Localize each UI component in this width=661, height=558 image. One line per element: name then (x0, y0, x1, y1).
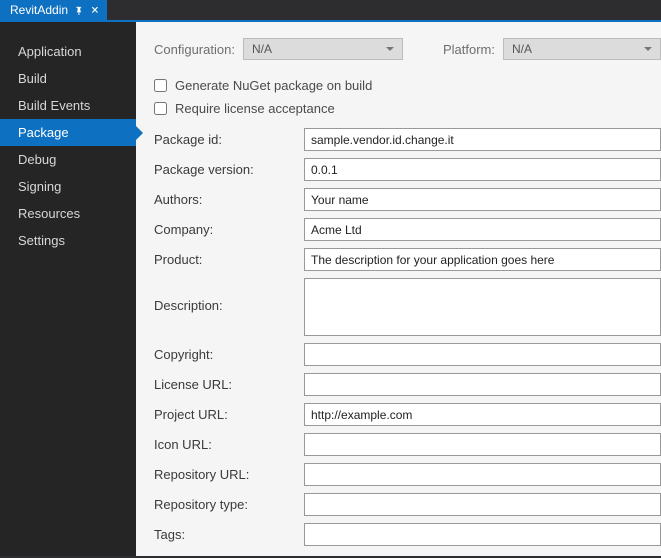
sidebar-item-resources[interactable]: Resources (0, 200, 136, 227)
tags-input[interactable] (304, 523, 661, 546)
repository-url-input[interactable] (304, 463, 661, 486)
company-input[interactable] (304, 218, 661, 241)
sidebar-item-label: Package (18, 125, 69, 140)
chevron-down-icon (386, 47, 394, 51)
sidebar-item-build-events[interactable]: Build Events (0, 92, 136, 119)
close-icon[interactable]: × (89, 3, 101, 18)
description-label: Description: (154, 278, 304, 313)
sidebar-item-debug[interactable]: Debug (0, 146, 136, 173)
require-license-checkbox[interactable] (154, 102, 167, 115)
repository-type-label: Repository type: (154, 497, 304, 512)
main-panel: Configuration: N/A Platform: N/A Generat… (136, 22, 661, 556)
generate-nuget-label: Generate NuGet package on build (175, 78, 372, 93)
package-version-label: Package version: (154, 162, 304, 177)
pin-icon[interactable] (74, 6, 83, 15)
editor-tabs: RevitAddin × (0, 0, 661, 22)
product-label: Product: (154, 252, 304, 267)
tags-label: Tags: (154, 527, 304, 542)
sidebar-item-settings[interactable]: Settings (0, 227, 136, 254)
generate-nuget-row: Generate NuGet package on build (154, 78, 661, 93)
package-version-input[interactable] (304, 158, 661, 181)
license-url-label: License URL: (154, 377, 304, 392)
generate-nuget-checkbox[interactable] (154, 79, 167, 92)
copyright-input[interactable] (304, 343, 661, 366)
sidebar-item-label: Settings (18, 233, 65, 248)
sidebar-item-package[interactable]: Package (0, 119, 136, 146)
configuration-value: N/A (252, 42, 272, 56)
sidebar-item-build[interactable]: Build (0, 65, 136, 92)
editor-tab-revitaddin[interactable]: RevitAddin × (0, 0, 107, 20)
configuration-label: Configuration: (154, 42, 235, 57)
sidebar-item-label: Application (18, 44, 82, 59)
sidebar-item-label: Signing (18, 179, 61, 194)
icon-url-label: Icon URL: (154, 437, 304, 452)
product-input[interactable] (304, 248, 661, 271)
platform-label: Platform: (443, 42, 495, 57)
package-id-label: Package id: (154, 132, 304, 147)
package-id-input[interactable] (304, 128, 661, 151)
license-url-input[interactable] (304, 373, 661, 396)
sidebar-item-label: Resources (18, 206, 80, 221)
repository-type-input[interactable] (304, 493, 661, 516)
chevron-down-icon (644, 47, 652, 51)
config-row: Configuration: N/A Platform: N/A (154, 38, 661, 60)
sidebar-item-signing[interactable]: Signing (0, 173, 136, 200)
project-url-input[interactable] (304, 403, 661, 426)
require-license-row: Require license acceptance (154, 101, 661, 116)
company-label: Company: (154, 222, 304, 237)
platform-value: N/A (512, 42, 532, 56)
require-license-label: Require license acceptance (175, 101, 335, 116)
configuration-combo[interactable]: N/A (243, 38, 403, 60)
authors-input[interactable] (304, 188, 661, 211)
sidebar-item-application[interactable]: Application (0, 38, 136, 65)
project-url-label: Project URL: (154, 407, 304, 422)
description-input[interactable] (304, 278, 661, 336)
repository-url-label: Repository URL: (154, 467, 304, 482)
sidebar-item-label: Debug (18, 152, 56, 167)
authors-label: Authors: (154, 192, 304, 207)
editor-tab-title: RevitAddin (10, 3, 68, 17)
icon-url-input[interactable] (304, 433, 661, 456)
sidebar-item-label: Build (18, 71, 47, 86)
sidebar: Application Build Build Events Package D… (0, 22, 136, 556)
platform-combo[interactable]: N/A (503, 38, 661, 60)
sidebar-item-label: Build Events (18, 98, 90, 113)
copyright-label: Copyright: (154, 347, 304, 362)
